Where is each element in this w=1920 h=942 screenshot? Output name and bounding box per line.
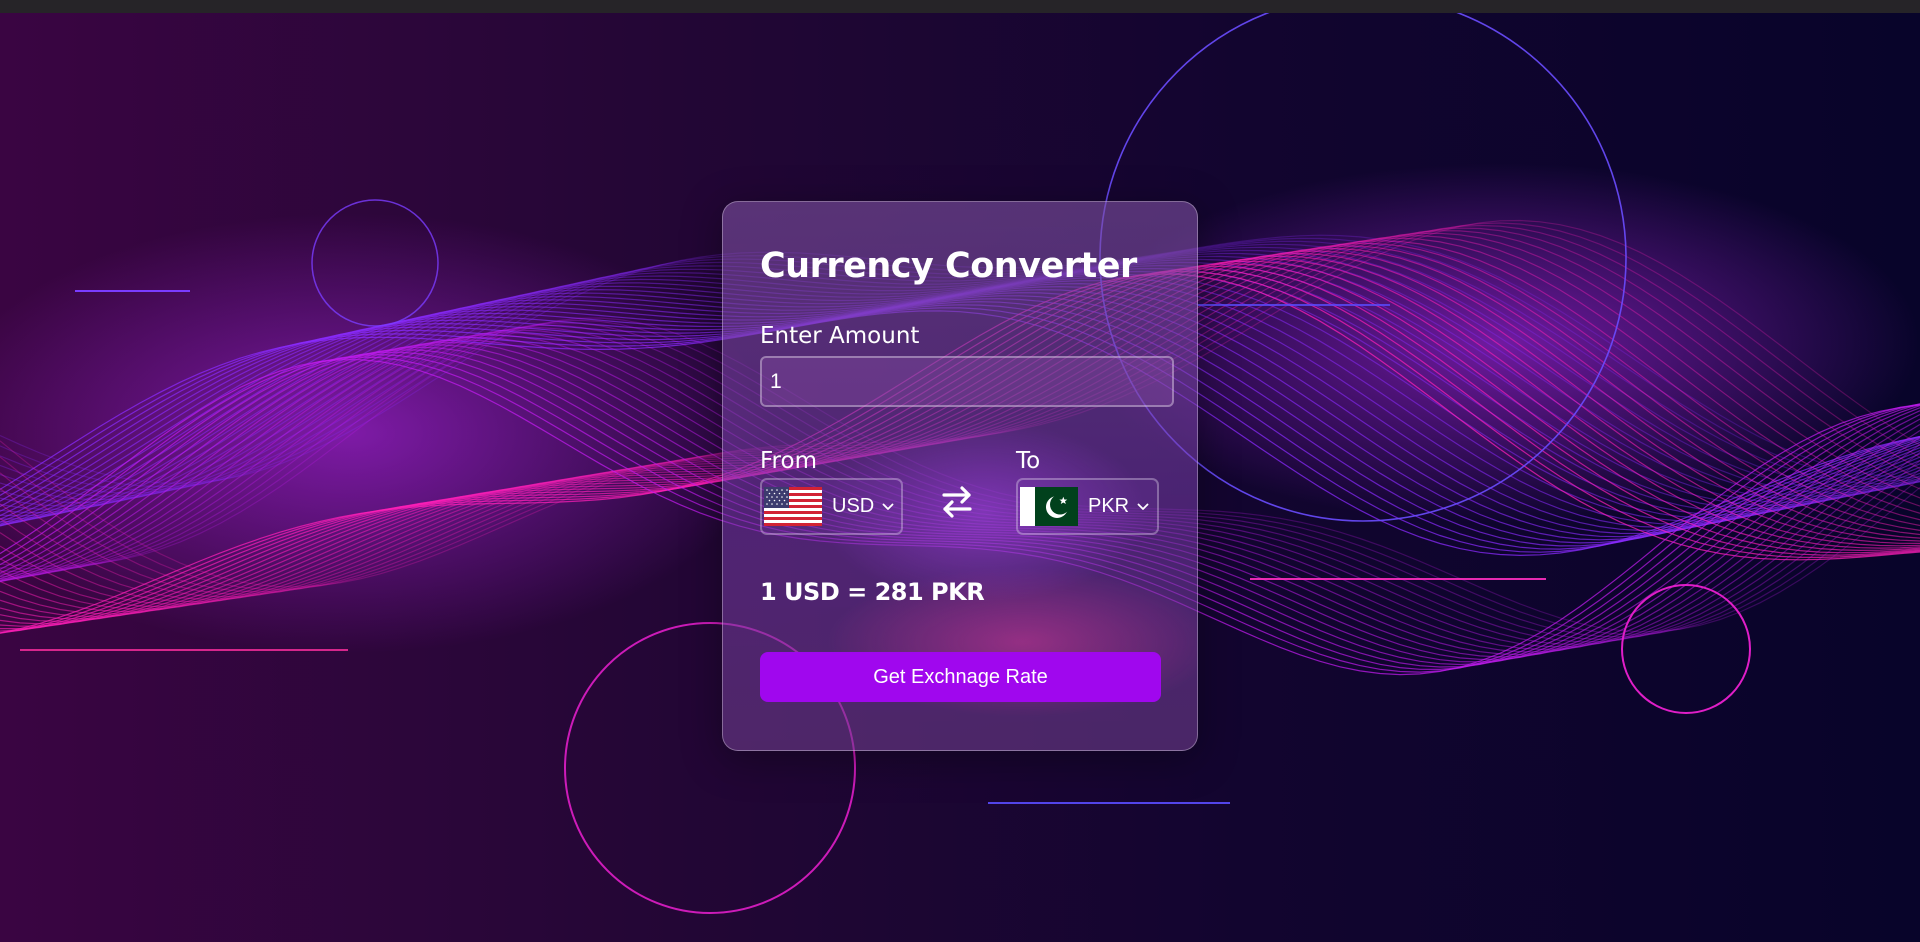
page-title: Currency Converter bbox=[760, 246, 1137, 286]
chevron-down-icon bbox=[882, 503, 894, 510]
to-currency-code: PKR bbox=[1088, 495, 1130, 517]
to-label: To bbox=[1016, 448, 1041, 474]
browser-top-bar bbox=[0, 0, 1920, 13]
pk-flag-icon bbox=[1020, 487, 1078, 526]
swap-arrows-icon[interactable] bbox=[941, 484, 973, 520]
converter-card: Currency Converter Enter Amount From To … bbox=[722, 201, 1198, 751]
from-currency-code: USD bbox=[832, 495, 875, 517]
amount-label: Enter Amount bbox=[760, 323, 920, 349]
from-label: From bbox=[760, 448, 817, 474]
exchange-rate-result: 1 USD = 281 PKR bbox=[760, 578, 985, 606]
to-currency-select[interactable]: PKR bbox=[1016, 478, 1159, 535]
get-exchange-rate-button[interactable]: Get Exchnage Rate bbox=[760, 652, 1161, 702]
us-flag-icon bbox=[764, 487, 822, 526]
amount-input[interactable] bbox=[760, 356, 1174, 407]
from-currency-select[interactable]: USD bbox=[760, 478, 903, 535]
chevron-down-icon bbox=[1137, 503, 1149, 510]
